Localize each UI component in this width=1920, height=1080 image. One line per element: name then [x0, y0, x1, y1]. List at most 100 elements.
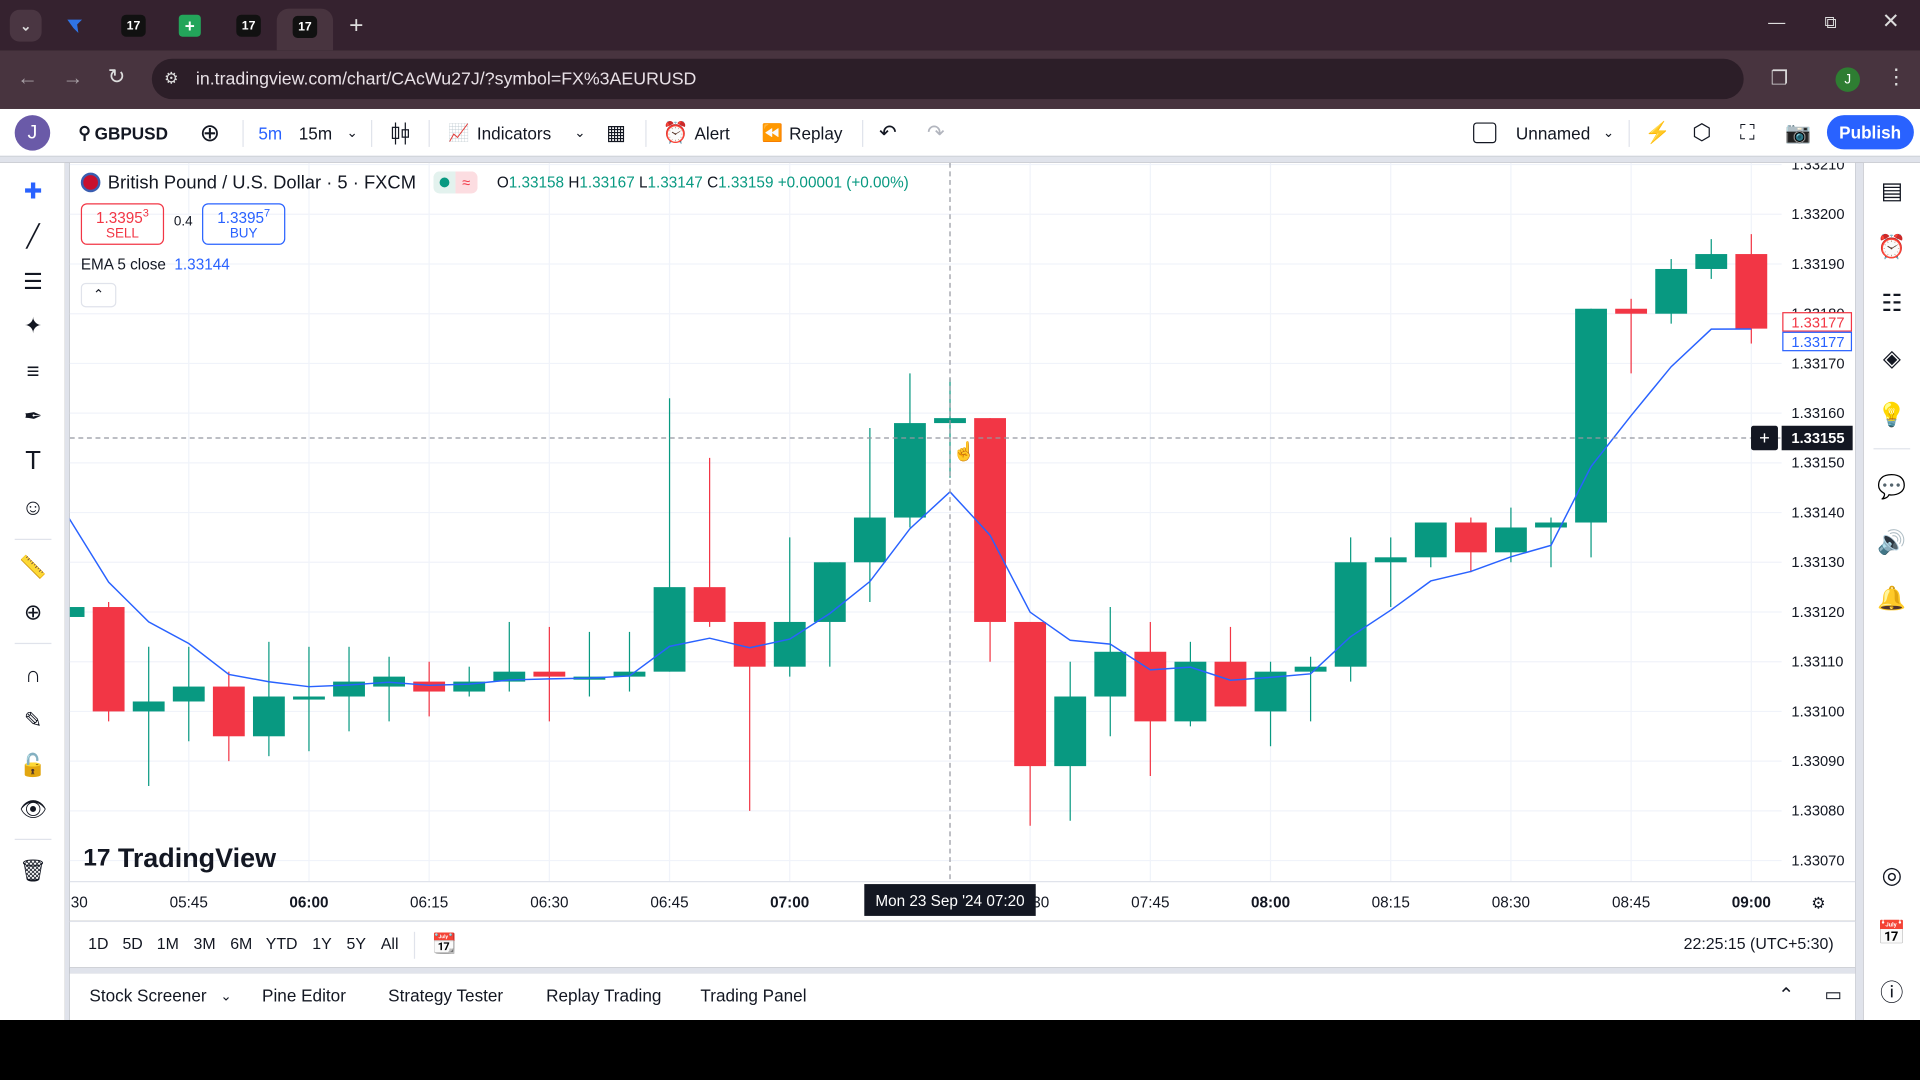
eye-icon[interactable]: 👁 [17, 793, 49, 825]
collapse-legend-chevron-up-icon[interactable]: ⌃ [80, 282, 117, 308]
alerts-clock-icon[interactable]: ⏰ [1875, 230, 1909, 264]
maximize-panel-icon[interactable]: ▭ [1824, 983, 1841, 1005]
publish-button[interactable]: Publish [1826, 115, 1914, 150]
time-tick-label: 08:00 [1251, 894, 1290, 911]
crosshair-icon[interactable]: ✚ [17, 175, 49, 207]
chat-icon[interactable]: 💬 [1875, 470, 1909, 504]
text-icon[interactable]: T [17, 446, 49, 478]
zoom-in-icon[interactable]: ⊕ [17, 596, 49, 628]
site-settings-icon[interactable]: ⚙ [164, 69, 178, 89]
settings-hexagon-icon[interactable]: ⬡ [1692, 109, 1711, 157]
range-3m[interactable]: 3M [193, 934, 215, 952]
replay-button[interactable]: ⏪ Replay [762, 109, 843, 157]
buy-button[interactable]: 1.33957 BUY [202, 203, 286, 245]
indicators-dropdown-icon[interactable]: ⌄ [574, 109, 585, 157]
range-ytd[interactable]: YTD [266, 934, 298, 952]
range-1y[interactable]: 1Y [312, 934, 331, 952]
candle [1374, 537, 1407, 608]
range-5d[interactable]: 5D [122, 934, 142, 952]
new-tab-icon[interactable]: + [340, 10, 372, 42]
interval-5m[interactable]: 5m [258, 109, 282, 157]
price-chart[interactable]: 1.332101.332001.331901.331801.331701.331… [69, 162, 1856, 921]
tab-replay-trading[interactable]: Replay Trading [546, 986, 661, 1006]
reload-icon[interactable]: ↻ [108, 65, 125, 89]
object-tree-icon[interactable]: ☷ [1875, 287, 1909, 321]
range-5y[interactable]: 5Y [347, 934, 366, 952]
trash-icon[interactable]: 🗑 [17, 855, 49, 887]
fib-icon[interactable]: ≡ [17, 355, 49, 387]
help-icon[interactable]: ⓘ [1875, 973, 1909, 1007]
stock-screener-dropdown-icon[interactable]: ⌄ [220, 988, 231, 1004]
candle [1334, 537, 1367, 682]
browser-tab-active[interactable]: 17 [276, 8, 334, 51]
tab-search-chevron-icon[interactable]: ⌄ [9, 9, 42, 42]
chart-pane[interactable]: 1.332101.332001.331901.331801.331701.331… [69, 162, 1856, 921]
magnet-icon[interactable]: ∩ [17, 659, 49, 691]
calendar-icon[interactable]: 📅 [1875, 916, 1909, 950]
range-1m[interactable]: 1M [157, 934, 179, 952]
undo-icon[interactable]: ↶ [879, 109, 896, 157]
tab-strategy-tester[interactable]: Strategy Tester [388, 986, 503, 1006]
back-icon[interactable]: ← [17, 66, 38, 90]
tab-stock-screener[interactable]: Stock Screener [89, 986, 206, 1006]
brush-icon[interactable]: ✒ [17, 400, 49, 432]
expand-panel-chevron-up-icon[interactable]: ⌃ [1778, 983, 1794, 1007]
layout-dropdown-icon[interactable]: ⌄ [1603, 109, 1614, 157]
templates-grid-icon[interactable]: ▦ [606, 109, 626, 157]
extensions-icon[interactable]: ❐ [1771, 66, 1789, 90]
browser-tab[interactable] [59, 10, 91, 42]
go-to-date-calendar-icon[interactable]: 📆 [432, 932, 456, 956]
candle [1575, 308, 1607, 558]
browser-tab[interactable]: 17 [233, 10, 265, 42]
profile-avatar[interactable]: J [1835, 67, 1861, 92]
chart-type-candles-icon[interactable] [389, 109, 411, 157]
user-avatar[interactable]: J [14, 109, 51, 157]
tradingview-watermark[interactable]: 17 TradingView [83, 842, 276, 874]
trend-line-icon[interactable]: ╱ [17, 220, 49, 252]
close-window-icon[interactable]: ✕ [1882, 10, 1899, 34]
alert-button[interactable]: ⏰ Alert [662, 109, 729, 157]
camera-icon[interactable]: 📷 [1785, 109, 1811, 157]
range-all[interactable]: All [381, 934, 399, 952]
restore-icon[interactable]: ⧉ [1824, 12, 1836, 33]
tab-pine-editor[interactable]: Pine Editor [262, 986, 346, 1006]
streams-icon[interactable]: 🔊 [1875, 525, 1909, 559]
symbol-title[interactable]: British Pound / U.S. Dollar · 5 · FXCM [108, 172, 416, 193]
browser-tab[interactable]: 17 [118, 10, 150, 42]
tab-trading-panel[interactable]: Trading Panel [700, 986, 806, 1006]
range-6m[interactable]: 6M [230, 934, 252, 952]
fullscreen-icon[interactable]: ⛶ [1740, 109, 1755, 157]
target-icon[interactable]: ◎ [1875, 858, 1909, 892]
browser-menu-icon[interactable]: ⋮ [1886, 65, 1907, 89]
notifications-bell-icon[interactable]: 🔔 [1875, 582, 1909, 616]
url-field[interactable]: ⚙ in.tradingview.com/chart/CAcWu27J/?sym… [151, 58, 1744, 100]
redo-icon[interactable]: ↷ [927, 109, 944, 157]
layout-checkbox-icon[interactable] [1473, 109, 1497, 157]
time-tick-label: 06:00 [289, 894, 328, 911]
interval-dropdown-icon[interactable]: ⌄ [347, 109, 358, 157]
ema-legend[interactable]: EMA 5 close 1.33144 [81, 256, 230, 273]
ideas-lightbulb-icon[interactable]: 💡 [1875, 398, 1909, 432]
watchlist-icon[interactable]: ▤ [1875, 174, 1909, 208]
market-status[interactable]: ≈ [433, 171, 478, 194]
layers-icon[interactable]: ◈ [1875, 342, 1909, 376]
range-1d[interactable]: 1D [88, 934, 108, 952]
horizontal-lines-icon[interactable]: ☰ [17, 266, 49, 298]
forward-icon[interactable]: → [62, 66, 83, 90]
browser-tab[interactable]: + [174, 10, 206, 42]
layout-name-button[interactable]: Unnamed [1516, 109, 1590, 157]
sell-button[interactable]: 1.33953 SELL [80, 203, 165, 245]
quick-search-icon[interactable]: ⚡ [1644, 109, 1670, 157]
indicators-button[interactable]: 📈 Indicators [448, 109, 551, 157]
minimize-icon[interactable]: — [1768, 12, 1785, 32]
pattern-icon[interactable]: ✦ [17, 310, 49, 342]
lock-drawing-pencil-icon[interactable]: ✎ [17, 704, 49, 736]
lock-icon[interactable]: 🔓 [17, 749, 49, 781]
time-tick-label: 08:15 [1372, 894, 1410, 911]
symbol-search-button[interactable]: ⚲ GBPUSD [78, 109, 168, 157]
emoji-icon[interactable]: ☺ [17, 491, 49, 523]
ruler-icon[interactable]: 📏 [17, 551, 49, 583]
interval-15m[interactable]: 15m [299, 109, 332, 157]
compare-symbol-icon[interactable]: ⊕ [200, 109, 221, 157]
timezone-clock[interactable]: 22:25:15 (UTC+5:30) [1684, 934, 1834, 952]
